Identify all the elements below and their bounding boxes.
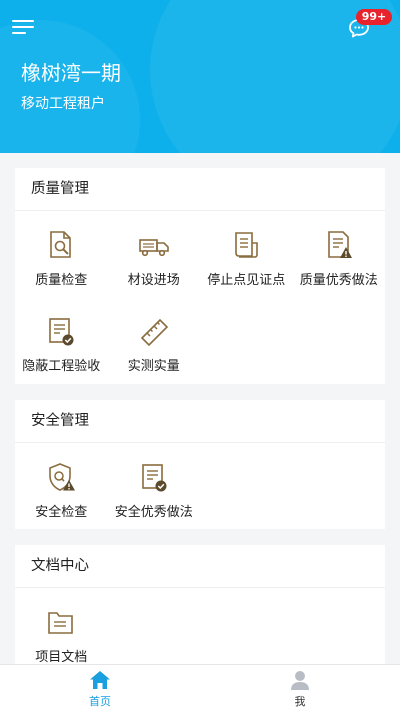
- tab-me[interactable]: 我: [200, 665, 400, 712]
- safety-excellent-practice-tile[interactable]: 安全优秀做法: [108, 443, 201, 529]
- safety-check-tile[interactable]: 安全检查: [15, 443, 108, 529]
- document-check-icon: [141, 464, 167, 492]
- bottom-tab-bar: 首页 我: [0, 664, 400, 712]
- project-name[interactable]: 橡树湾一期: [21, 57, 121, 86]
- material-entry-tile[interactable]: 材设进场: [108, 211, 201, 297]
- section-title: 文档中心: [15, 545, 385, 588]
- section-title: 质量管理: [15, 168, 385, 211]
- safety-management-card: 安全管理 安全检查 安全优秀做法: [15, 400, 385, 529]
- tile-label: 质量优秀做法: [299, 273, 378, 288]
- quality-check-tile[interactable]: 质量检查: [15, 211, 108, 297]
- quality-excellent-practice-tile[interactable]: 质量优秀做法: [293, 211, 386, 297]
- user-icon: [291, 671, 309, 690]
- shield-warning-icon: [49, 463, 76, 491]
- tile-label: 停止点见证点: [207, 273, 286, 288]
- tab-home[interactable]: 首页: [0, 665, 200, 712]
- tile-label: 安全检查: [35, 505, 88, 520]
- tile-label: 安全优秀做法: [114, 505, 193, 520]
- hamburger-menu-icon[interactable]: [12, 18, 34, 36]
- section-title: 安全管理: [15, 400, 385, 443]
- actual-measurement-tile[interactable]: 实测实量: [108, 297, 201, 383]
- document-search-icon: [50, 231, 72, 258]
- quality-management-card: 质量管理 质量检查 材设进场 停止点见证点 质量优秀做法 隐蔽工程验收 实测实量: [15, 168, 385, 384]
- ruler-icon: [140, 318, 168, 347]
- document-check-icon: [49, 318, 74, 346]
- hidden-works-acceptance-tile[interactable]: 隐蔽工程验收: [15, 297, 108, 383]
- delivery-truck-icon: [138, 239, 169, 257]
- home-icon: [90, 671, 110, 689]
- tile-label: 项目文档: [35, 650, 88, 665]
- tile-label: 材设进场: [127, 273, 180, 288]
- tab-home-label: 首页: [89, 695, 111, 708]
- stop-witness-point-tile[interactable]: 停止点见证点: [200, 211, 293, 297]
- tile-label: 隐蔽工程验收: [22, 359, 101, 374]
- folder-icon: [48, 612, 74, 634]
- tenant-type: 移动工程租户: [21, 96, 105, 112]
- document-warning-icon: [327, 231, 352, 258]
- document-scroll-icon: [235, 232, 259, 258]
- notification-badge: 99+: [356, 9, 392, 25]
- tile-label: 实测实量: [127, 359, 180, 374]
- app-header: 99+ 橡树湾一期 移动工程租户: [0, 0, 400, 153]
- project-documents-tile[interactable]: 项目文档: [15, 588, 108, 674]
- tab-me-label: 我: [294, 695, 306, 708]
- tile-label: 质量检查: [35, 273, 88, 288]
- header-decoration: [0, 20, 140, 153]
- document-center-card: 文档中心 项目文档: [15, 545, 385, 665]
